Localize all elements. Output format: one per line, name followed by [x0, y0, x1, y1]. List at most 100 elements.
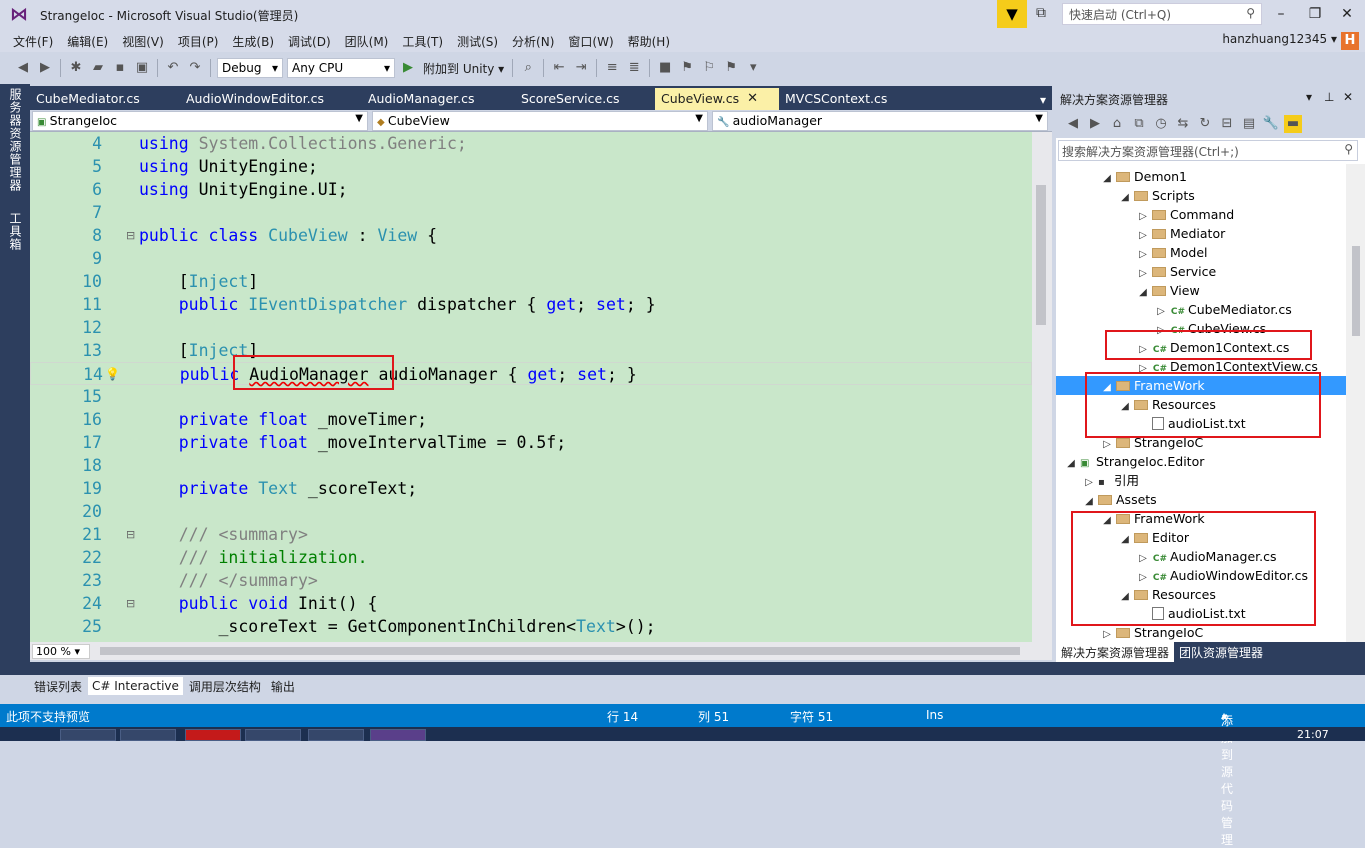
tree-scrollbar[interactable]: [1346, 164, 1365, 642]
sync-icon[interactable]: ⇆: [1174, 115, 1192, 133]
clear-bookmarks-icon[interactable]: ⚑: [722, 59, 740, 77]
tab-overflow-icon[interactable]: ▾: [1034, 93, 1052, 110]
feedback-icon[interactable]: ⧉: [1036, 5, 1054, 23]
new-project-icon[interactable]: ✱: [67, 59, 85, 77]
tree-node[interactable]: ◢ Scripts: [1056, 186, 1346, 205]
notification-filter-icon[interactable]: ▼: [997, 0, 1027, 28]
tab-cubeview[interactable]: CubeView.cs ✕: [655, 88, 779, 110]
zoom-select[interactable]: 100 % ▾: [32, 644, 90, 659]
start-icon[interactable]: ▶: [399, 59, 417, 77]
user-badge[interactable]: H: [1341, 32, 1359, 50]
close-button[interactable]: ✕: [1334, 4, 1360, 24]
project-dropdown[interactable]: ▣ StrangeIoc ▼: [32, 111, 368, 131]
toolbar-overflow-icon[interactable]: ▾: [744, 59, 762, 77]
menu-build[interactable]: 生成(B): [225, 33, 281, 50]
taskbar-app[interactable]: [308, 729, 364, 741]
menu-file[interactable]: 文件(F): [6, 33, 60, 50]
chevron-down-icon[interactable]: ▾: [1306, 90, 1312, 104]
outdent-icon[interactable]: ⇥: [572, 59, 590, 77]
taskbar-app[interactable]: [120, 729, 176, 741]
tree-node[interactable]: ◢ ▣ StrangeIoc.Editor: [1056, 452, 1346, 471]
source-control-button[interactable]: ⇡ 添加到源代码管理 ▴: [1221, 708, 1233, 847]
collapsed-icon[interactable]: ▷: [1100, 625, 1114, 642]
save-icon[interactable]: ▪: [111, 59, 129, 77]
properties-icon[interactable]: 🔧: [1262, 115, 1280, 133]
menu-team[interactable]: 团队(M): [338, 33, 396, 50]
menu-project[interactable]: 项目(P): [171, 33, 226, 50]
tree-node[interactable]: ▷ Service: [1056, 262, 1346, 281]
open-file-icon[interactable]: ▰: [89, 59, 107, 77]
maximize-button[interactable]: ❐: [1302, 4, 1328, 24]
tab-scoreservice[interactable]: ScoreService.cs: [515, 88, 655, 110]
refresh-icon[interactable]: ↻: [1196, 115, 1214, 133]
tree-node[interactable]: ▷ ▪ 引用: [1056, 471, 1346, 490]
menu-window[interactable]: 窗口(W): [561, 33, 620, 50]
taskbar-app[interactable]: [185, 729, 241, 741]
indent-icon[interactable]: ⇤: [550, 59, 568, 77]
menu-analyze[interactable]: 分析(N): [505, 33, 561, 50]
tab-mvcscontext[interactable]: MVCSContext.cs: [779, 88, 919, 110]
menu-tools[interactable]: 工具(T): [395, 33, 450, 50]
collapse-icon[interactable]: ⊟: [126, 592, 135, 615]
back-icon[interactable]: ◀: [1064, 115, 1082, 133]
redo-icon[interactable]: ↷: [186, 59, 204, 77]
tree-node[interactable]: ◢ Demon1: [1056, 167, 1346, 186]
tab-team-explorer[interactable]: 团队资源管理器: [1174, 642, 1268, 662]
taskbar-app[interactable]: [60, 729, 116, 741]
preview-icon[interactable]: ▬: [1284, 115, 1302, 133]
tab-cubemediator[interactable]: CubeMediator.cs: [30, 88, 180, 110]
tab-error-list[interactable]: 错误列表: [30, 676, 86, 697]
configuration-select[interactable]: Debug ▾: [217, 58, 283, 78]
tab-csharp-interactive[interactable]: C# Interactive: [88, 677, 183, 695]
tab-call-hierarchy[interactable]: 调用层次结构: [185, 676, 265, 697]
undo-icon[interactable]: ↶: [164, 59, 182, 77]
home-icon[interactable]: ⌂: [1108, 115, 1126, 133]
tab-audiomanager[interactable]: AudioManager.cs: [362, 88, 515, 110]
quick-launch-input[interactable]: 快速启动 (Ctrl+Q) ⚲: [1062, 3, 1262, 25]
tab-server-explorer[interactable]: 服务器资源管理器: [7, 88, 24, 192]
back-icon[interactable]: ◀: [14, 59, 32, 77]
tab-output[interactable]: 输出: [267, 676, 299, 697]
switch-views-icon[interactable]: ⧉: [1130, 115, 1148, 133]
pending-changes-icon[interactable]: ◷: [1152, 115, 1170, 133]
taskbar-app[interactable]: [370, 729, 426, 741]
close-icon[interactable]: ✕: [747, 91, 758, 106]
tree-node[interactable]: ▷ Model: [1056, 243, 1346, 262]
tree-node[interactable]: ▷ Command: [1056, 205, 1346, 224]
show-all-files-icon[interactable]: ▤: [1240, 115, 1258, 133]
menu-edit[interactable]: 编辑(E): [60, 33, 115, 50]
forward-icon[interactable]: ▶: [36, 59, 54, 77]
find-icon[interactable]: ⌕: [519, 59, 537, 77]
code-editor[interactable]: 4 using System.Collections.Generic; 5 usin…: [30, 132, 1032, 642]
tab-audiowindoweditor[interactable]: AudioWindowEditor.cs: [180, 88, 362, 110]
save-all-icon[interactable]: ▣: [133, 59, 151, 77]
collapse-icon[interactable]: ⊟: [126, 523, 135, 546]
attach-unity-button[interactable]: 附加到 Unity ▾: [423, 60, 504, 77]
tab-solution-explorer[interactable]: 解决方案资源管理器: [1056, 642, 1175, 662]
solution-search-input[interactable]: 搜索解决方案资源管理器(Ctrl+;) ⚲: [1058, 140, 1358, 161]
comment-icon[interactable]: ≡: [603, 59, 621, 77]
menu-debug[interactable]: 调试(D): [281, 33, 338, 50]
minimize-button[interactable]: –: [1268, 4, 1294, 24]
type-dropdown[interactable]: ◆ CubeView ▼: [372, 111, 708, 131]
tree-node[interactable]: ◢ Assets: [1056, 490, 1346, 509]
menu-view[interactable]: 视图(V): [115, 33, 171, 50]
forward-icon[interactable]: ▶: [1086, 115, 1104, 133]
tree-node[interactable]: ▷ Mediator: [1056, 224, 1346, 243]
prev-bookmark-icon[interactable]: ⚑: [678, 59, 696, 77]
pin-icon[interactable]: ⊥: [1324, 90, 1334, 104]
menu-help[interactable]: 帮助(H): [621, 33, 677, 50]
tree-node[interactable]: ▷ C# CubeMediator.cs: [1056, 300, 1346, 319]
bookmark-icon[interactable]: ■: [656, 59, 674, 77]
scrollbar-thumb[interactable]: [1352, 246, 1360, 336]
tab-toolbox[interactable]: 工具箱: [7, 212, 24, 251]
uncomment-icon[interactable]: ≣: [625, 59, 643, 77]
taskbar-app[interactable]: [245, 729, 301, 741]
scrollbar-thumb[interactable]: [100, 647, 1020, 655]
menu-test[interactable]: 测试(S): [450, 33, 505, 50]
next-bookmark-icon[interactable]: ⚐: [700, 59, 718, 77]
user-account[interactable]: hanzhuang12345 ▾: [1222, 32, 1337, 46]
lightbulb-icon[interactable]: 💡: [105, 363, 120, 386]
collapse-all-icon[interactable]: ⊟: [1218, 115, 1236, 133]
collapse-icon[interactable]: ⊟: [126, 224, 135, 247]
